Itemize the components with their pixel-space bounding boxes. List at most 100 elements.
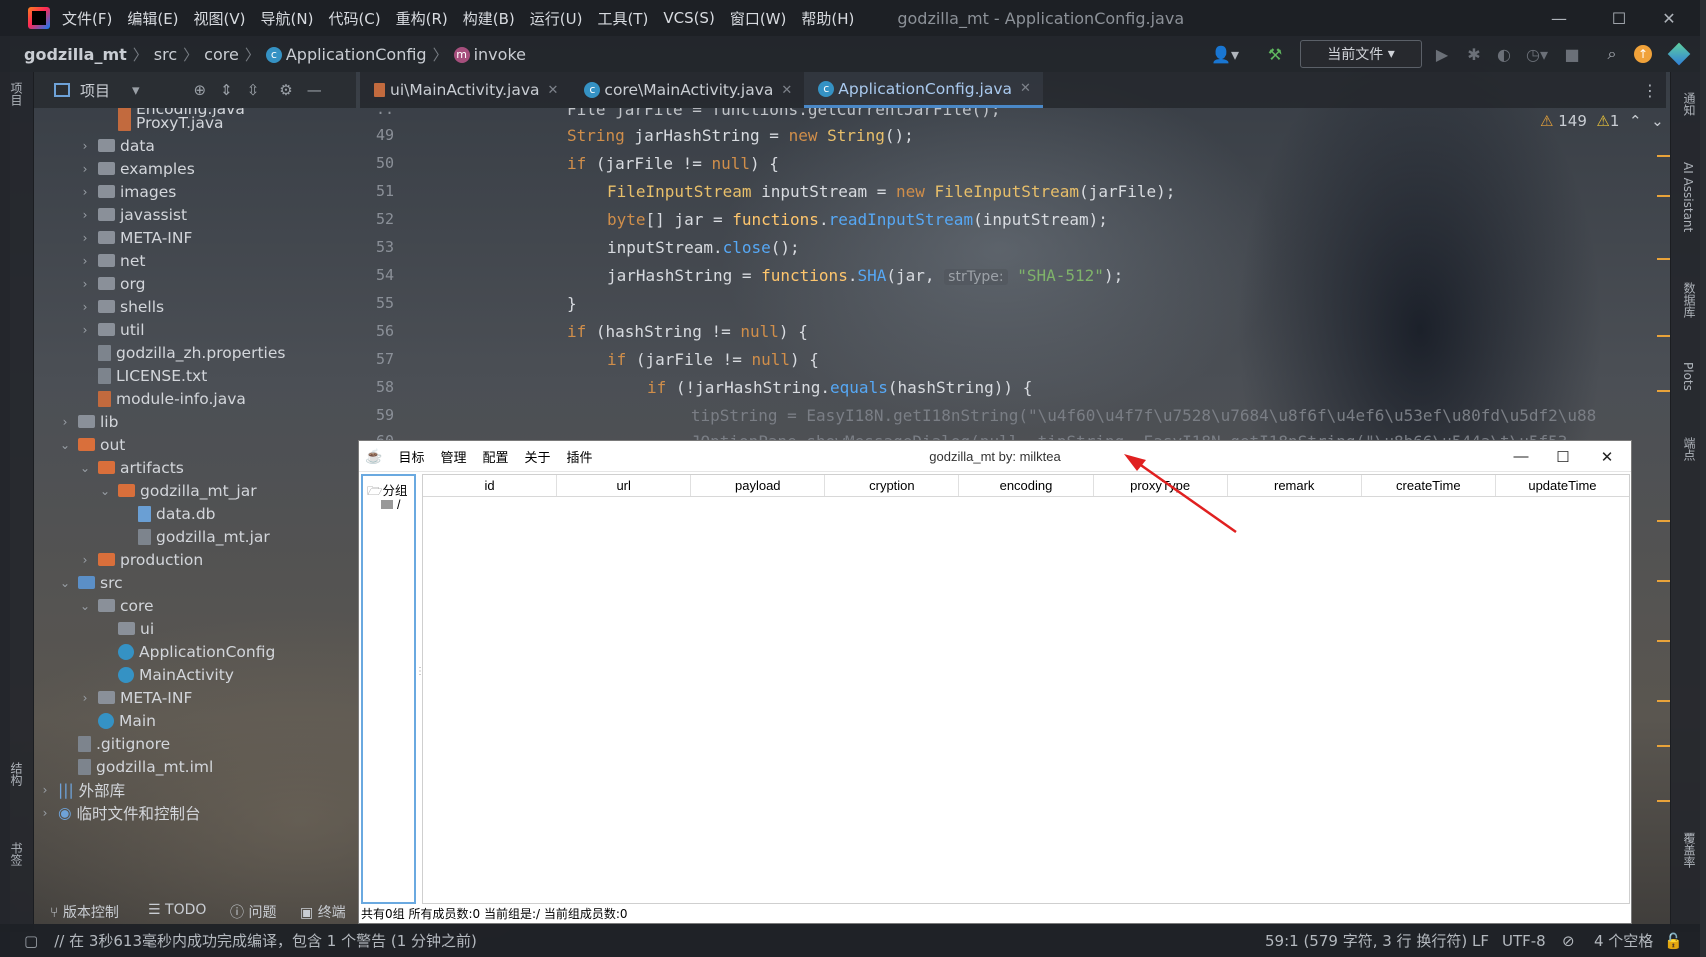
column-encoding[interactable]: encoding [959, 475, 1094, 496]
breadcrumb-core[interactable]: core [204, 45, 239, 64]
user-icon[interactable]: 👤▾ [1210, 40, 1240, 68]
indent-setting[interactable]: 4 个空格 [1594, 924, 1653, 957]
lock-icon[interactable]: 🔓 [1664, 924, 1683, 957]
warning-marker[interactable] [1657, 258, 1671, 260]
dialog-close-icon[interactable]: ✕ [1585, 441, 1629, 472]
tree-node[interactable]: ⌄ core [78, 593, 154, 618]
search-icon[interactable]: ⌕ [1600, 40, 1624, 68]
run-icon[interactable]: ▶ [1430, 40, 1454, 68]
chevron-right-icon[interactable]: › [58, 415, 72, 429]
tree-node[interactable]: › META-INF [78, 225, 193, 250]
toggle-tool-windows-icon[interactable]: ▢ [24, 932, 38, 950]
stop-icon[interactable]: ■ [1562, 40, 1582, 68]
chevron-right-icon[interactable]: › [78, 553, 92, 567]
chevron-right-icon[interactable]: › [78, 139, 92, 153]
breadcrumb-class[interactable]: c ApplicationConfig [265, 45, 427, 64]
menu-view[interactable]: 视图(V) [194, 8, 246, 29]
vcs-tool-button[interactable]: ⑂ 版本控制 [50, 902, 119, 922]
tree-node[interactable]: ⌄ out [58, 432, 125, 457]
endpoints-tool-button[interactable]: 端点 [1681, 437, 1698, 461]
tree-node[interactable]: ⌄ src [58, 570, 123, 595]
chevron-right-icon[interactable]: › [78, 277, 92, 291]
no-sync-icon[interactable]: ⊘ [1562, 924, 1575, 957]
menu-run[interactable]: 运行(U) [530, 8, 583, 29]
code-editor[interactable]: File jarFile = functions.getCurrentJarFi… [470, 108, 1660, 443]
tab-core-mainactivity[interactable]: c core\MainActivity.java ✕ [570, 72, 804, 108]
split-handle[interactable]: ⋮ [415, 666, 425, 677]
tree-node[interactable]: module-info.java [98, 386, 246, 411]
menu-help[interactable]: 帮助(H) [801, 8, 854, 29]
column-id[interactable]: id [423, 475, 558, 496]
warning-marker[interactable] [1657, 580, 1671, 582]
chevron-down-icon[interactable]: ⌄ [58, 576, 72, 590]
notifications-tool-button[interactable]: 通知 [1681, 92, 1698, 116]
tree-node[interactable]: ⌄ godzilla_mt_jar [98, 478, 257, 503]
warning-marker[interactable] [1657, 520, 1671, 522]
dialog-minimize-icon[interactable]: — [1499, 441, 1543, 472]
warning-marker[interactable] [1657, 155, 1671, 157]
tree-node[interactable]: godzilla_mt.jar [138, 524, 270, 549]
chevron-down-icon[interactable]: ⌄ [78, 461, 92, 475]
chevron-right-icon[interactable]: › [78, 231, 92, 245]
tree-node[interactable]: ApplicationConfig [118, 639, 275, 664]
debug-icon[interactable]: ✱ [1462, 40, 1486, 68]
tree-node[interactable]: › net [78, 248, 146, 273]
column-updatetime[interactable]: updateTime [1496, 475, 1629, 496]
warning-marker[interactable] [1657, 390, 1671, 392]
chevron-down-icon[interactable]: ▾ [132, 81, 140, 99]
menu-file[interactable]: 文件(F) [62, 8, 112, 29]
column-url[interactable]: url [557, 475, 692, 496]
warning-marker[interactable] [1657, 335, 1671, 337]
tree-node[interactable]: › images [78, 179, 177, 204]
coverage-tool-button[interactable]: 覆盖率 [1681, 832, 1698, 868]
group-node[interactable]: / [381, 498, 400, 512]
more-tabs-icon[interactable]: ⋮ [1640, 76, 1660, 104]
structure-tool-button[interactable]: 结构 [8, 762, 25, 786]
menu-navigate[interactable]: 导航(N) [261, 8, 314, 29]
close-tab-icon[interactable]: ✕ [1020, 81, 1031, 96]
menu-code[interactable]: 代码(C) [328, 8, 380, 29]
ai-assistant-icon[interactable] [1667, 40, 1691, 68]
terminal-tool-button[interactable]: ▣ 终端 [300, 902, 346, 922]
tree-node[interactable]: › ◉ 临时文件和控制台 [38, 800, 201, 825]
chevron-right-icon[interactable]: › [78, 323, 92, 337]
shell-table[interactable]: id url payload cryption encoding proxyTy… [422, 474, 1630, 904]
tree-node[interactable]: godzilla_mt.iml [78, 754, 213, 779]
chevron-down-icon[interactable]: ⌄ [98, 484, 112, 498]
project-tool-button[interactable]: 项目 [8, 82, 25, 106]
chevron-right-icon[interactable]: › [78, 162, 92, 176]
close-tab-icon[interactable]: ✕ [781, 83, 792, 98]
plots-tool-button[interactable]: Plots [1681, 362, 1695, 391]
database-tool-button[interactable]: 数据库 [1681, 282, 1698, 318]
close-tab-icon[interactable]: ✕ [548, 83, 559, 98]
dialog-maximize-icon[interactable]: ☐ [1541, 441, 1585, 472]
menu-vcs[interactable]: VCS(S) [663, 9, 714, 27]
chevron-up-icon[interactable]: ⌃ [1629, 112, 1642, 130]
chevron-down-icon[interactable]: ⌄ [1651, 112, 1664, 130]
chevron-right-icon[interactable]: › [78, 300, 92, 314]
project-view-select[interactable]: 项目 [80, 80, 110, 101]
tree-node[interactable]: › util [78, 317, 145, 342]
menu-refactor[interactable]: 重构(R) [396, 8, 448, 29]
todo-tool-button[interactable]: ☰ TODO [148, 902, 206, 918]
tab-ui-mainactivity[interactable]: ui\MainActivity.java ✕ [360, 72, 570, 108]
warning-marker[interactable] [1657, 800, 1671, 802]
tab-applicationconfig[interactable]: c ApplicationConfig.java ✕ [804, 72, 1043, 108]
hide-panel-icon[interactable]: — [307, 81, 322, 99]
tree-node[interactable]: › production [78, 547, 204, 572]
chevron-down-icon[interactable]: ⌄ [58, 438, 72, 452]
tree-node[interactable]: .gitignore [78, 731, 170, 756]
status-message[interactable]: // 在 3秒613毫秒内成功完成编译，包含 1 个警告 (1 分钟之前) [54, 930, 477, 951]
chevron-right-icon[interactable]: › [78, 208, 92, 222]
tree-node[interactable]: › examples [78, 156, 195, 181]
menu-edit[interactable]: 编辑(E) [127, 8, 178, 29]
inspection-widget[interactable]: ⚠ 149 ⚠1 ⌃ ⌄ [1540, 112, 1664, 130]
warning-marker[interactable] [1657, 195, 1671, 197]
warning-marker[interactable] [1657, 745, 1671, 747]
tree-node[interactable]: › shells [78, 294, 165, 319]
tree-node[interactable]: LICENSE.txt [98, 363, 207, 388]
problems-tool-button[interactable]: ⓘ 问题 [230, 902, 276, 922]
minimize-icon[interactable]: — [1530, 0, 1588, 36]
close-icon[interactable]: ✕ [1640, 0, 1698, 36]
chevron-right-icon[interactable]: › [78, 691, 92, 705]
